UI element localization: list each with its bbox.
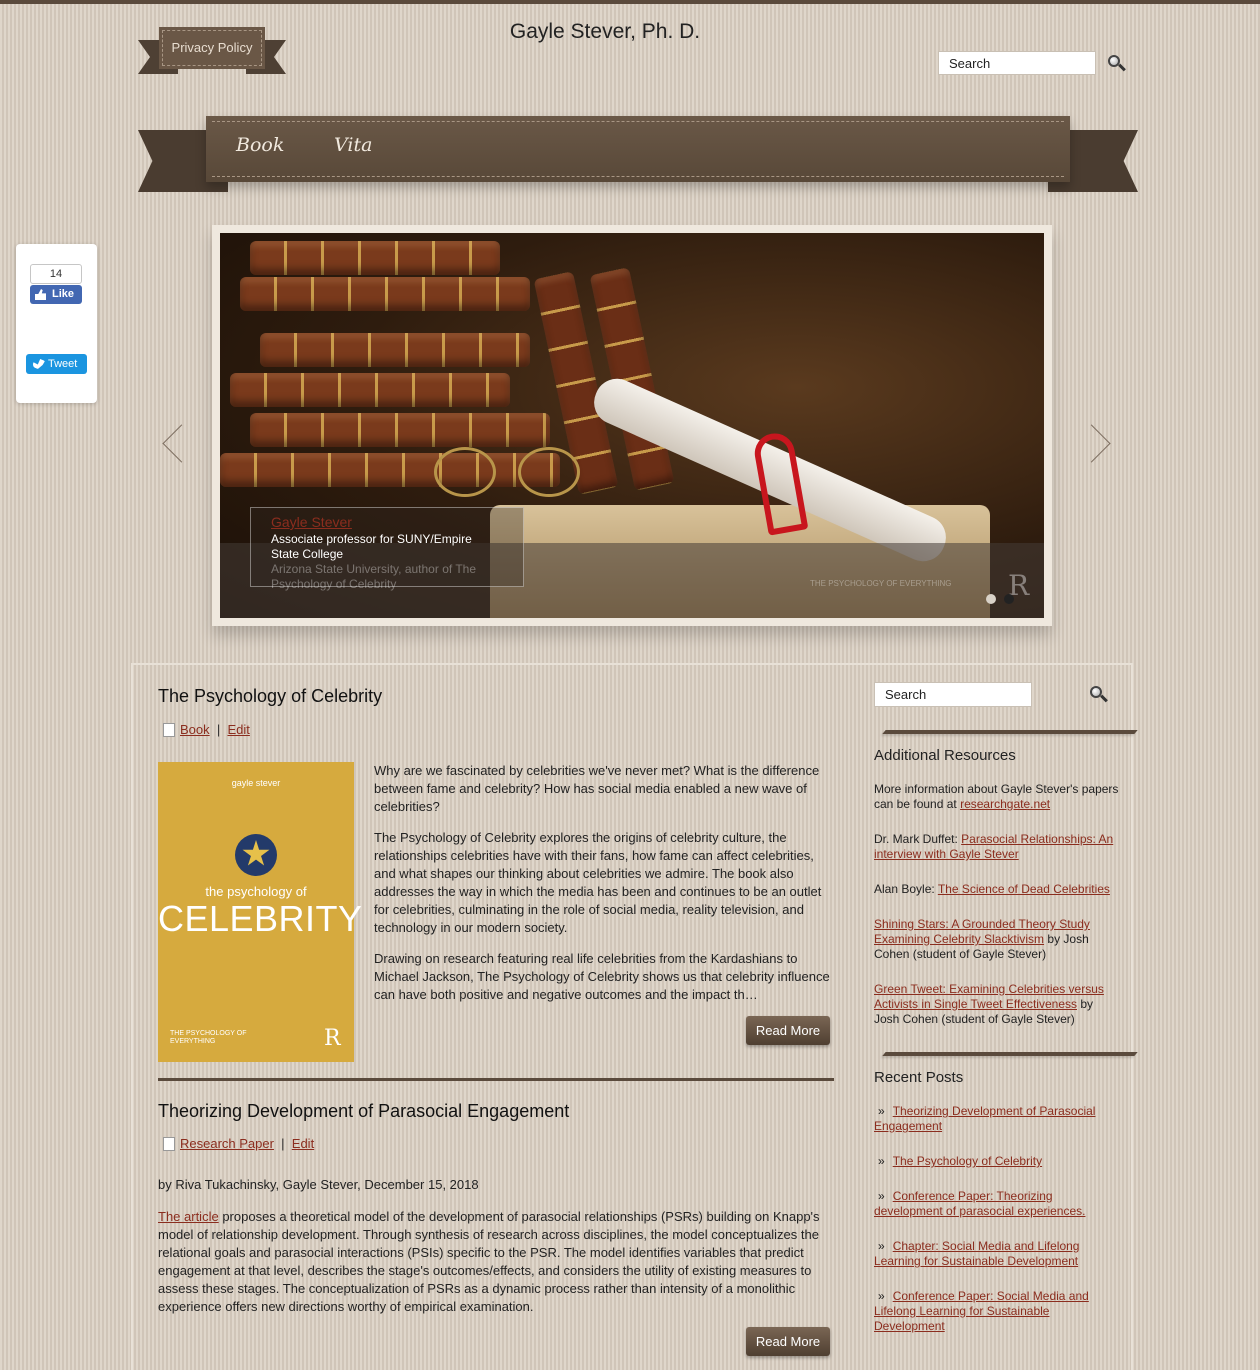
- book-spine: [260, 333, 530, 367]
- resource-item: Shining Stars: A Grounded Theory Study E…: [874, 917, 1119, 962]
- resource-link[interactable]: Green Tweet: Examining Celebrities versu…: [874, 982, 1104, 1011]
- slider-next-arrow[interactable]: [1090, 424, 1110, 464]
- cover-title: CELEBRITY: [158, 898, 363, 939]
- sidebar-rule: [882, 1052, 1138, 1056]
- twitter-bird-icon: [33, 359, 45, 369]
- recent-post-item: » Conference Paper: Social Media and Life…: [874, 1289, 1119, 1334]
- recent-posts-heading: Recent Posts: [874, 1069, 964, 1086]
- document-icon: [163, 1137, 175, 1151]
- slider-dot-2[interactable]: [1004, 594, 1014, 604]
- bullet-icon: »: [878, 1189, 885, 1203]
- book-cover[interactable]: gayle stever the psychology of CELEBRITY…: [158, 762, 363, 1062]
- book-spine: [230, 373, 510, 407]
- privacy-policy-ribbon[interactable]: Privacy Policy: [138, 27, 286, 74]
- resource-link[interactable]: The Science of Dead Celebrities: [938, 882, 1110, 896]
- slider-image-books: Gayle Stever Associate professor for SUN…: [220, 233, 1044, 618]
- post-title[interactable]: Theorizing Development of Parasocial Eng…: [158, 1101, 569, 1122]
- caption-title-link[interactable]: Gayle Stever: [271, 514, 503, 530]
- social-share-box: 14 Like Tweet: [16, 244, 97, 403]
- like-label: Like: [52, 288, 75, 300]
- bullet-icon: »: [878, 1289, 885, 1303]
- resources-heading: Additional Resources: [874, 747, 1016, 764]
- post-paragraph: The article proposes a theoretical model…: [158, 1208, 834, 1316]
- category-link[interactable]: Research Paper: [180, 1136, 274, 1151]
- book-spine: [240, 277, 530, 311]
- edit-link[interactable]: Edit: [292, 1136, 314, 1151]
- resource-item: Dr. Mark Duffet: Parasocial Relationship…: [874, 832, 1119, 862]
- site-title[interactable]: Gayle Stever, Ph. D.: [460, 20, 750, 44]
- recent-post-link[interactable]: The Psychology of Celebrity: [893, 1154, 1042, 1168]
- sidebar-search-icon[interactable]: [1088, 684, 1110, 706]
- tweet-label: Tweet: [48, 358, 78, 370]
- star-icon: [235, 834, 277, 876]
- main-nav: Book Vita: [138, 116, 1138, 200]
- read-more-button[interactable]: Read More: [746, 1327, 830, 1356]
- recent-post-link[interactable]: Conference Paper: Theorizing development…: [874, 1189, 1085, 1218]
- bullet-icon: »: [878, 1239, 885, 1253]
- sidebar-rule: [882, 730, 1138, 734]
- article-link[interactable]: The article: [158, 1209, 219, 1224]
- recent-post-link[interactable]: Conference Paper: Social Media and Lifel…: [874, 1289, 1089, 1333]
- header-search-icon[interactable]: [1106, 53, 1128, 75]
- cover-author: gayle stever: [231, 778, 281, 788]
- post-byline: by Riva Tukachinsky, Gayle Stever, Decem…: [158, 1177, 479, 1192]
- header-search-input[interactable]: [938, 51, 1096, 75]
- post-meta: Book | Edit: [163, 722, 250, 737]
- post-paragraph: Why are we fascinated by celebrities we'…: [374, 763, 820, 814]
- slide-watermark: THE PSYCHOLOGY OF EVERYTHING: [810, 579, 952, 588]
- like-count: 14: [30, 264, 82, 284]
- recent-post-item: » Theorizing Development of Parasocial En…: [874, 1104, 1119, 1134]
- recent-post-link[interactable]: Theorizing Development of Parasocial Eng…: [874, 1104, 1095, 1133]
- slide-caption: Gayle Stever Associate professor for SUN…: [250, 507, 524, 591]
- resource-text: Alan Boyle:: [874, 882, 938, 896]
- tweet-button[interactable]: Tweet: [26, 354, 87, 374]
- top-border: [0, 0, 1260, 4]
- resource-item: Green Tweet: Examining Celebrities versu…: [874, 982, 1119, 1027]
- post-title[interactable]: The Psychology of Celebrity: [158, 686, 382, 707]
- bullet-icon: »: [878, 1154, 885, 1168]
- post-meta: Research Paper | Edit: [163, 1136, 314, 1151]
- book-spine: [250, 413, 550, 447]
- hero-slider: Gayle Stever Associate professor for SUN…: [212, 225, 1052, 626]
- resource-text: Dr. Mark Duffet:: [874, 832, 962, 846]
- reading-glasses: [434, 447, 584, 507]
- resource-item: Alan Boyle: The Science of Dead Celebrit…: [874, 882, 1119, 897]
- slider-prev-arrow[interactable]: [162, 424, 182, 464]
- bullet-icon: »: [878, 1104, 885, 1118]
- caption-text: Associate professor for SUNY/Empire Stat…: [271, 532, 472, 561]
- resource-link[interactable]: researchgate.net: [960, 797, 1050, 811]
- recent-post-item: » Chapter: Social Media and Lifelong Lear…: [874, 1239, 1119, 1269]
- facebook-like-button[interactable]: Like: [30, 285, 82, 304]
- publisher-logo: R: [324, 1026, 341, 1051]
- category-link[interactable]: Book: [180, 722, 210, 737]
- edit-link[interactable]: Edit: [227, 722, 249, 737]
- recent-post-item: » Conference Paper: Theorizing developmen…: [874, 1189, 1119, 1219]
- post-paragraph: Drawing on research featuring real life …: [374, 951, 830, 1002]
- sidebar-search-input[interactable]: [874, 682, 1032, 707]
- nav-item-book[interactable]: Book: [236, 134, 284, 156]
- book-spine: [250, 241, 500, 275]
- caption-overlap-text: Arizona State University, author of The …: [271, 562, 476, 591]
- nav-item-vita[interactable]: Vita: [334, 134, 372, 156]
- thumbs-up-icon: [35, 289, 46, 300]
- recent-post-item: » The Psychology of Celebrity: [874, 1154, 1119, 1169]
- document-icon: [163, 723, 175, 737]
- cover-subtitle: the psychology of: [205, 884, 307, 899]
- cover-series: THE PSYCHOLOGY OF EVERYTHING: [170, 1030, 247, 1045]
- nav-ribbon: Book Vita: [206, 116, 1070, 182]
- resource-item: More information about Gayle Stever's pa…: [874, 782, 1119, 812]
- read-more-button[interactable]: Read More: [746, 1016, 830, 1045]
- post-paragraph: The Psychology of Celebrity explores the…: [374, 830, 822, 935]
- recent-post-link[interactable]: Chapter: Social Media and Lifelong Learn…: [874, 1239, 1079, 1268]
- slider-dot-1[interactable]: [986, 594, 996, 604]
- privacy-policy-link[interactable]: Privacy Policy: [159, 27, 265, 69]
- post-body: proposes a theoretical model of the deve…: [158, 1209, 820, 1314]
- post-divider: [158, 1078, 834, 1081]
